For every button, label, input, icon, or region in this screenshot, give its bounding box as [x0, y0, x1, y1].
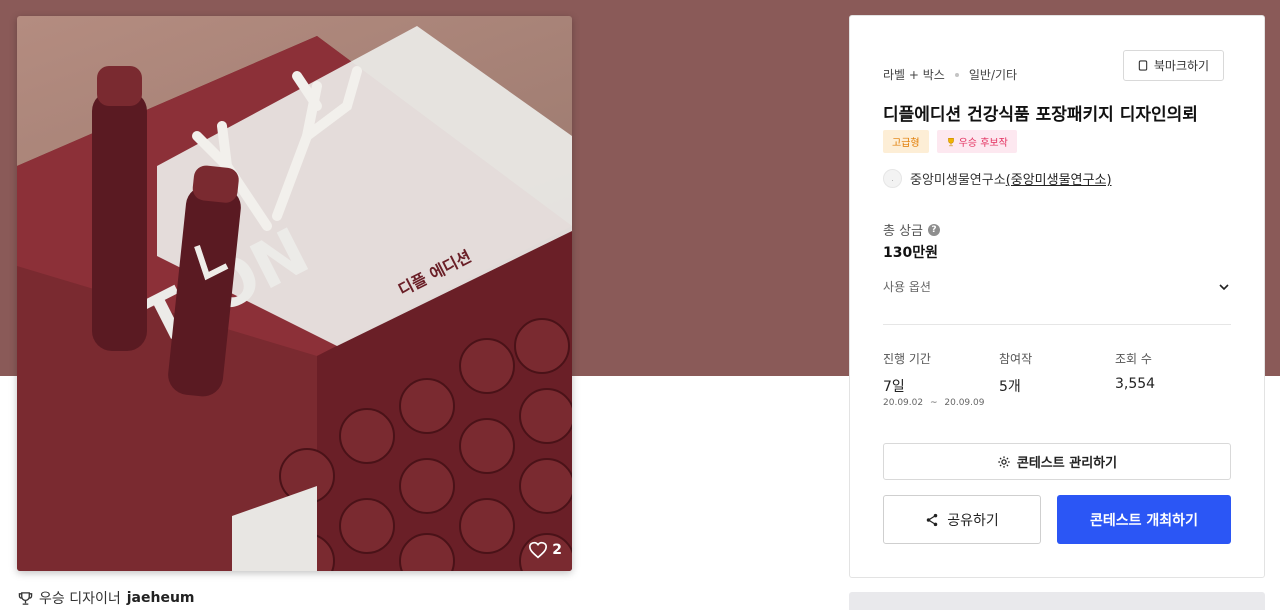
period-value: 7일 — [883, 379, 905, 395]
views-label: 조회 수 — [1115, 352, 1152, 366]
period-separator: ~ — [929, 398, 938, 408]
manage-contest-button[interactable]: 콘테스트 관리하기 — [883, 443, 1231, 480]
prize-label: 총 상금 ? — [883, 220, 941, 239]
host-contest-button[interactable]: 콘테스트 개최하기 — [1057, 495, 1231, 544]
category-separator — [954, 72, 959, 77]
like-counter[interactable]: 2 — [528, 541, 562, 559]
period-end: 20.09.09 — [944, 398, 985, 408]
prize-value: 130만원 — [883, 245, 938, 261]
help-icon[interactable]: ? — [928, 223, 941, 236]
prize-label-text: 총 상금 — [883, 224, 924, 239]
winner-label: 우승 디자이너 — [39, 591, 121, 607]
category-breadcrumb: 라벨 + 박스 일반/기타 — [883, 66, 1017, 83]
period-start: 20.09.02 — [883, 398, 924, 408]
premium-badge: 고급형 — [883, 130, 929, 153]
bookmark-button[interactable]: 북마크하기 — [1123, 50, 1224, 81]
heart-icon — [529, 541, 548, 559]
trophy-icon — [18, 591, 33, 605]
product-illustration: TION 디플 에디션 — [17, 26, 572, 571]
divider — [883, 324, 1231, 325]
host-logo: . — [883, 169, 902, 188]
gear-icon — [998, 455, 1010, 468]
options-label: 사용 옵션 — [883, 280, 931, 294]
share-icon — [926, 513, 938, 526]
winner-candidate-label: 우승 후보작 — [958, 138, 1008, 149]
contest-title: 디플에디션 건강식품 포장패키지 디자인의뢰 — [883, 105, 1198, 125]
category-primary[interactable]: 라벨 + 박스 — [883, 66, 945, 83]
host-name: 중앙미생물연구소 — [910, 173, 1006, 188]
winner-name[interactable]: jaeheum — [127, 590, 195, 606]
share-label: 공유하기 — [947, 512, 999, 529]
trophy-icon — [947, 137, 954, 146]
contest-info-card: 라벨 + 박스 일반/기타 북마크하기 디플에디션 건강식품 포장패키지 디자인… — [849, 15, 1265, 578]
like-count: 2 — [552, 542, 562, 558]
period-label: 진행 기간 — [883, 352, 931, 366]
options-dropdown[interactable]: 사용 옵션 — [883, 278, 1231, 295]
share-button[interactable]: 공유하기 — [883, 495, 1041, 544]
badge-group: 고급형 우승 후보작 — [883, 130, 1017, 153]
category-secondary[interactable]: 일반/기타 — [969, 66, 1017, 83]
premium-badge-label: 고급형 — [892, 138, 920, 149]
bookmark-icon — [1138, 60, 1148, 71]
manage-contest-label: 콘테스트 관리하기 — [1016, 456, 1118, 471]
chevron-down-icon — [1219, 283, 1229, 290]
period-dates: 20.09.02 ~ 20.09.09 — [883, 398, 984, 408]
product-image[interactable]: TION 디플 에디션 2 — [17, 16, 572, 571]
participants-value: 5개 — [999, 379, 1021, 395]
host-info: . 중앙미생물연구소 (중앙미생물연구소) — [883, 169, 1112, 188]
participants-label: 참여작 — [999, 352, 1033, 366]
host-link[interactable]: (중앙미생물연구소) — [1006, 169, 1112, 188]
bookmark-label: 북마크하기 — [1153, 59, 1210, 73]
views-value: 3,554 — [1115, 376, 1156, 392]
winner-candidate-badge: 우승 후보작 — [936, 130, 1017, 153]
winner-designer: 우승 디자이너 jaeheum — [18, 588, 195, 608]
next-card-preview[interactable] — [849, 592, 1265, 610]
